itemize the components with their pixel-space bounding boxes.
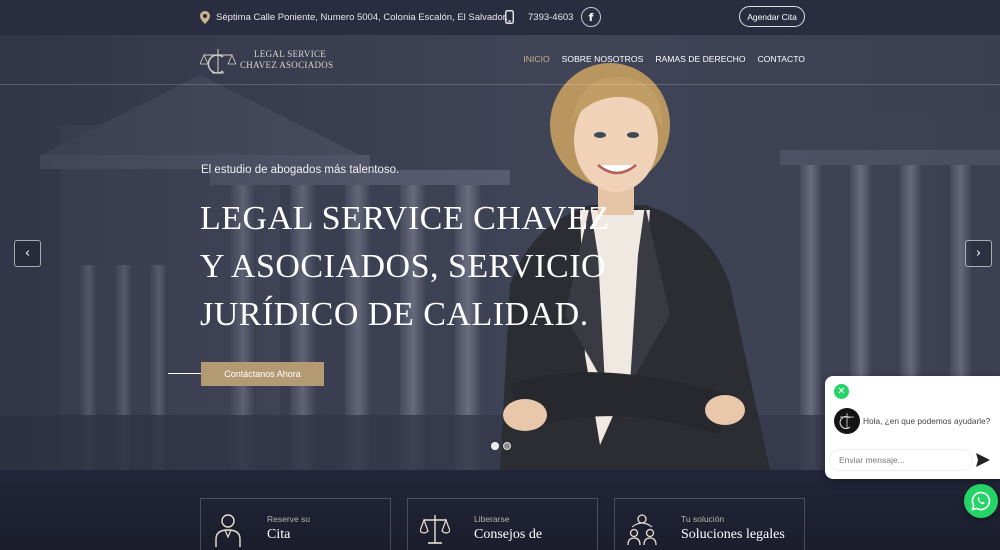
service-title: Soluciones legales [681,527,785,542]
brand-logo[interactable]: LEGAL SERVICE CHAVEZ ASOCIADOS [200,45,340,77]
facebook-icon[interactable]: f [581,7,601,27]
next-slide-button[interactable]: › [965,240,992,267]
service-title: Cita [267,527,291,542]
schedule-appointment-button[interactable]: Agendar Cita [739,6,805,27]
mobile-phone-icon [505,10,514,24]
slide-indicators [491,442,511,450]
lawyer-icon [215,514,241,547]
close-icon: ✕ [837,386,846,397]
prev-slide-button[interactable]: ‹ [14,240,41,267]
slide-dot-2[interactable] [503,442,511,450]
service-card-soluciones[interactable]: Tu solución Soluciones legales [614,498,805,550]
scales-logo-icon [200,49,236,74]
service-subtitle: Reserve su [267,514,310,524]
chat-message-input[interactable] [829,449,973,471]
chevron-left-icon: ‹ [24,246,31,261]
logo-line-1: LEGAL SERVICE [254,49,327,59]
nav-inicio[interactable]: INICIO [523,54,549,64]
top-bar: Séptima Calle Poniente, Numero 5004, Col… [0,0,1000,35]
chat-greeting: Hola, ¿en que podemos ayudarle? [863,416,991,426]
nav-contacto[interactable]: CONTACTO [758,54,805,64]
chat-close-button[interactable]: ✕ [834,384,849,399]
nav-ramas-de-derecho[interactable]: RAMAS DE DERECHO [655,54,745,64]
slide-dot-1[interactable] [491,442,499,450]
chat-widget: ✕ Hola, ¿en que podemos ayudarle? [825,376,1000,479]
phone-info[interactable]: 7393-4603 [505,9,573,25]
services-strip: Reserve su Cita Liberarse Consejos de Tu… [0,470,1000,550]
header-divider [0,84,1000,85]
scales-icon [420,515,450,544]
service-subtitle: Liberarse [474,514,510,524]
service-card-cita[interactable]: Reserve su Cita [200,498,391,550]
team-icon [627,514,657,546]
main-nav: INICIO SOBRE NOSOTROS RAMAS DE DERECHO C… [523,54,805,64]
nav-sobre-nosotros[interactable]: SOBRE NOSOTROS [562,54,644,64]
hero-headline: LEGAL SERVICE CHAVEZ Y ASOCIADOS, SERVIC… [200,200,610,333]
address-text: Séptima Calle Poniente, Numero 5004, Col… [216,11,509,23]
logo-text: LEGAL SERVICE CHAVEZ ASOCIADOS [240,49,333,71]
scales-logo-icon [839,413,854,429]
chat-avatar [834,408,860,434]
whatsapp-icon [971,491,991,511]
location-pin-icon [200,10,210,24]
whatsapp-button[interactable] [964,484,998,518]
chevron-right-icon: › [975,246,982,261]
address-info: Séptima Calle Poniente, Numero 5004, Col… [200,9,508,25]
hero-kicker: El estudio de abogados más talentoso. [201,164,400,176]
cta-accent-line [168,373,201,374]
service-title: Consejos de [474,527,543,542]
logo-line-2: CHAVEZ ASOCIADOS [240,60,334,70]
service-card-consejos[interactable]: Liberarse Consejos de [407,498,598,550]
service-subtitle: Tu solución [681,514,725,524]
phone-text: 7393-4603 [528,11,574,23]
contact-now-button[interactable]: Contáctanos Ahora [201,362,324,386]
send-icon[interactable] [973,450,993,470]
